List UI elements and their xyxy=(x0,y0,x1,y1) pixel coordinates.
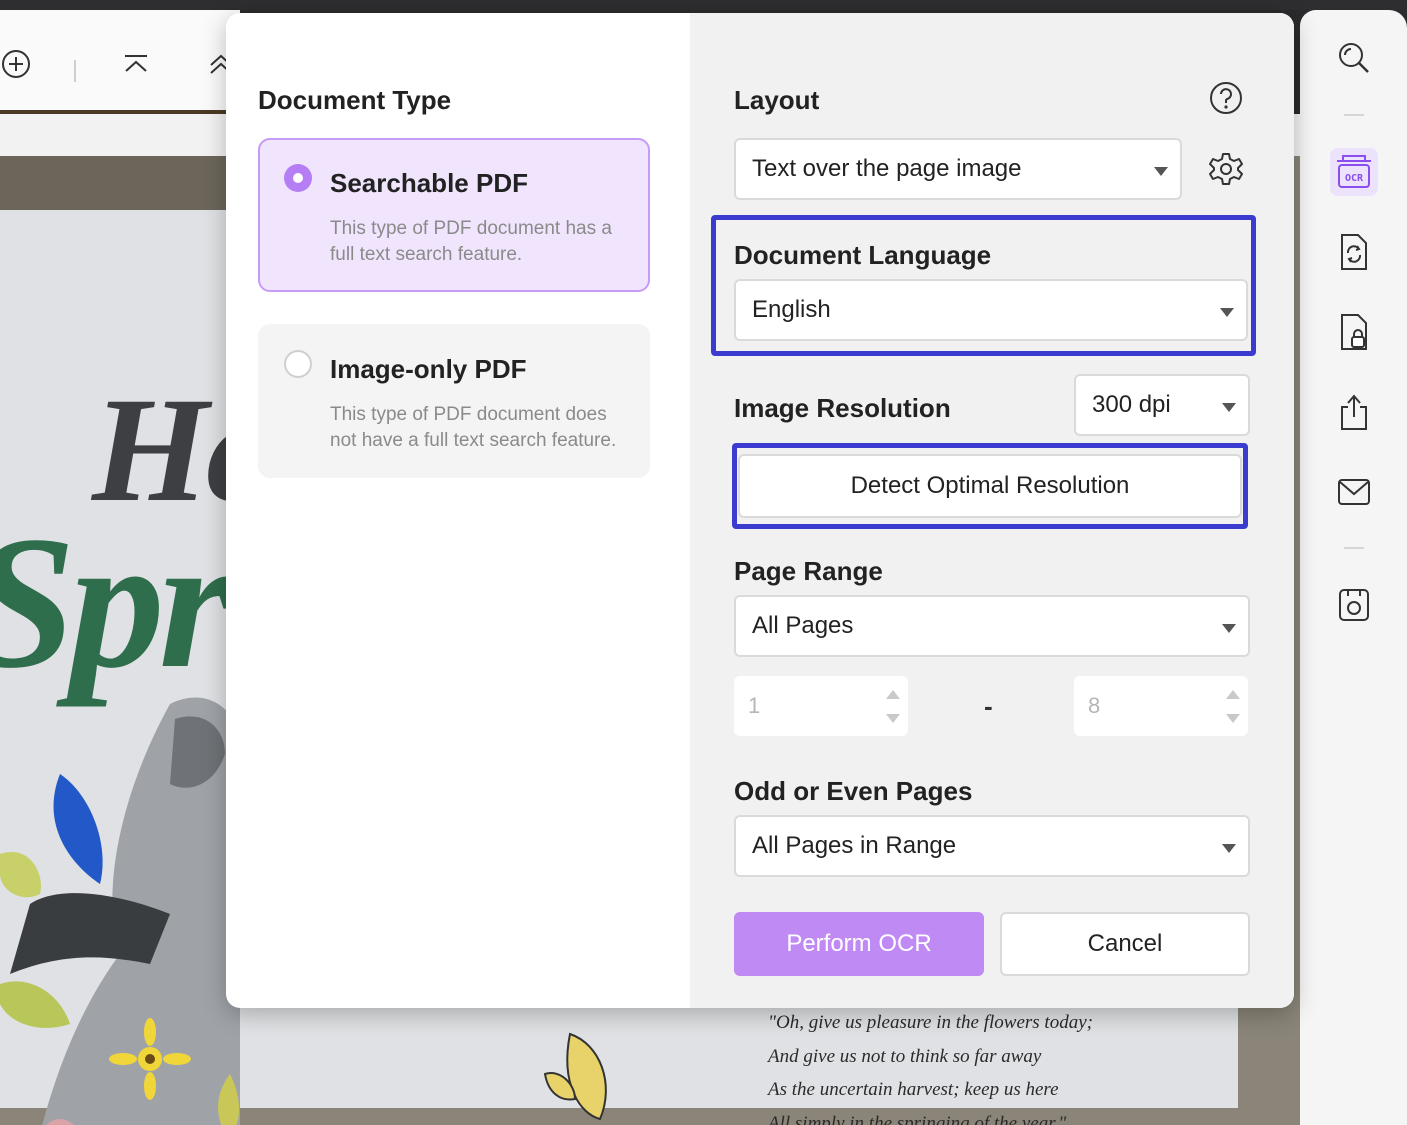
ocr-dialog: Document Type Searchable PDF This type o… xyxy=(226,13,1294,1008)
stepper-down-icon[interactable] xyxy=(886,714,900,723)
layout-title: Layout xyxy=(734,85,820,115)
option-title: Image-only PDF xyxy=(330,354,527,384)
resolution-select[interactable]: 300 dpi xyxy=(1074,374,1250,436)
chevron-down-icon xyxy=(1154,167,1168,176)
sidebar-divider xyxy=(1344,114,1364,116)
stepper-up-icon[interactable] xyxy=(1226,690,1240,699)
document-type-title: Document Type xyxy=(258,85,452,115)
stepper-up-icon[interactable] xyxy=(886,690,900,699)
page-range-select[interactable]: All Pages xyxy=(734,595,1250,657)
chevron-down-icon xyxy=(1220,308,1234,317)
convert-icon[interactable] xyxy=(1330,228,1378,276)
layout-select[interactable]: Text over the page image xyxy=(734,138,1182,200)
page-illustration-leaf xyxy=(543,1032,607,1121)
stepper-down-icon[interactable] xyxy=(1226,714,1240,723)
mail-icon[interactable] xyxy=(1330,468,1378,516)
poem-line: All simply in the springing of the year.… xyxy=(768,1112,1067,1125)
toolbar-divider xyxy=(74,60,76,82)
poem-line: And give us not to think so far away xyxy=(768,1045,1042,1067)
option-description: This type of PDF document does not have … xyxy=(330,404,617,451)
chevron-down-icon xyxy=(1222,844,1236,853)
radio-unselected-icon[interactable] xyxy=(284,350,312,378)
page-illustration xyxy=(0,697,240,1125)
range-separator: - xyxy=(984,691,993,721)
search-icon[interactable] xyxy=(1330,34,1378,82)
page-poem: "Oh, give us pleasure in the flowers tod… xyxy=(768,1006,1093,1125)
page-to-input[interactable]: 8 xyxy=(1074,676,1248,736)
ocr-icon[interactable]: OCR xyxy=(1330,148,1378,196)
option-description: This type of PDF document has a full tex… xyxy=(330,218,612,265)
chevron-down-icon xyxy=(1222,624,1236,633)
resolution-select-value: 300 dpi xyxy=(1092,391,1171,418)
cancel-button[interactable]: Cancel xyxy=(1000,912,1250,976)
page-from-input[interactable]: 1 xyxy=(734,676,908,736)
ocr-icon-label: OCR xyxy=(1345,173,1364,184)
zoom-in-icon[interactable] xyxy=(0,48,32,80)
odd-even-title: Odd or Even Pages xyxy=(734,776,973,806)
poem-line: "Oh, give us pleasure in the flowers tod… xyxy=(768,1012,1093,1033)
page-range-title: Page Range xyxy=(734,556,883,586)
radio-selected-icon[interactable] xyxy=(284,164,312,192)
perform-ocr-button[interactable]: Perform OCR xyxy=(734,912,984,976)
page-from-value: 1 xyxy=(748,693,761,718)
odd-even-select[interactable]: All Pages in Range xyxy=(734,815,1250,877)
document-photo-edge xyxy=(0,156,240,210)
window-top-strip xyxy=(0,0,1407,10)
option-title: Searchable PDF xyxy=(330,168,528,198)
odd-even-select-value: All Pages in Range xyxy=(752,832,957,859)
page-to-value: 8 xyxy=(1088,693,1101,718)
first-page-icon[interactable] xyxy=(120,48,152,80)
layout-select-value: Text over the page image xyxy=(752,155,1022,182)
document-language-title: Document Language xyxy=(734,240,992,270)
gear-icon[interactable] xyxy=(1208,151,1244,187)
page-range-select-value: All Pages xyxy=(752,612,854,639)
chevron-down-icon xyxy=(1222,403,1236,412)
help-icon[interactable] xyxy=(1208,80,1244,116)
language-select-value: English xyxy=(752,296,831,323)
detect-optimal-resolution-button[interactable]: Detect Optimal Resolution xyxy=(738,454,1242,518)
save-icon[interactable] xyxy=(1330,581,1378,629)
viewer-toolbar xyxy=(0,10,240,110)
image-only-pdf-option[interactable]: Image-only PDF This type of PDF document… xyxy=(258,324,650,478)
searchable-pdf-option[interactable]: Searchable PDF This type of PDF document… xyxy=(258,138,650,292)
share-icon[interactable] xyxy=(1330,388,1378,436)
protect-icon[interactable] xyxy=(1330,308,1378,356)
image-resolution-title: Image Resolution xyxy=(734,393,951,423)
sidebar-divider xyxy=(1344,547,1364,549)
language-select[interactable]: English xyxy=(734,279,1248,341)
poem-line: As the uncertain harvest; keep us here xyxy=(768,1079,1059,1100)
